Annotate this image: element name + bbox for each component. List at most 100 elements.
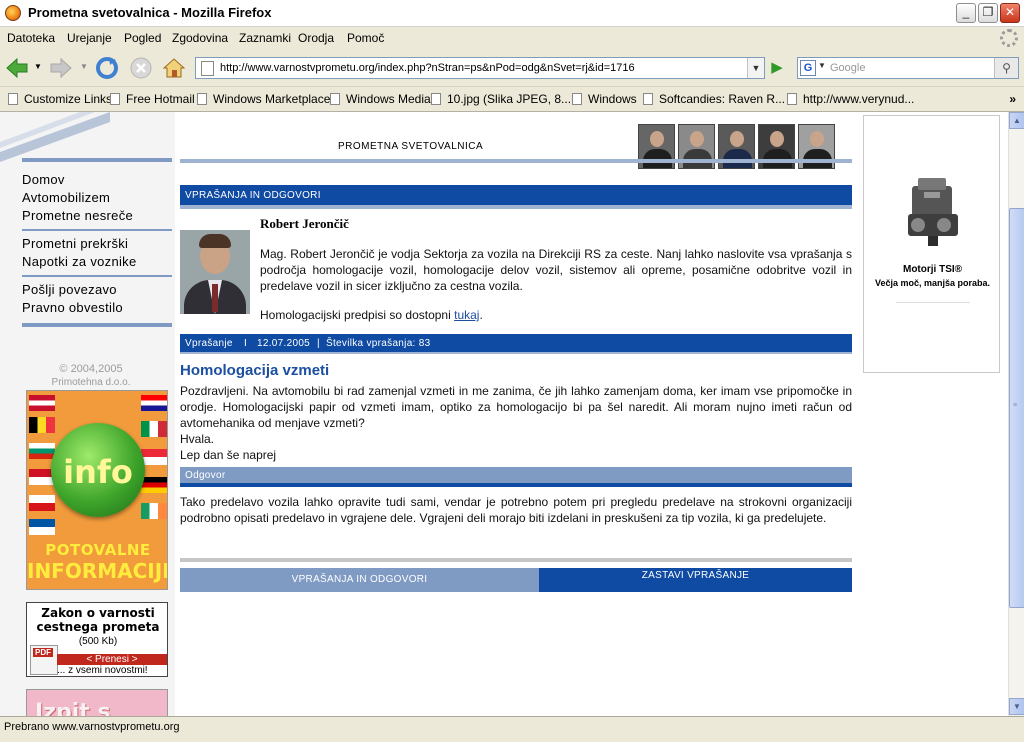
sidebar-item-poslji-povezavo[interactable]: Pošlji povezavo bbox=[22, 282, 117, 297]
question-body: Pozdravljeni. Na avtomobilu bi rad zamen… bbox=[180, 384, 852, 462]
question-date: 12.07.2005 bbox=[257, 338, 311, 349]
question-meta-bar: Vprašanje I 12.07.2005 | Številka vpraša… bbox=[180, 334, 852, 352]
close-button[interactable]: ✕ bbox=[1000, 3, 1020, 23]
left-sidebar: Domov Avtomobilizem Prometne nesreče Pro… bbox=[0, 112, 175, 716]
stop-icon[interactable] bbox=[128, 55, 154, 81]
main-column: PROMETNA SVETOVALNICA VPRAŠANJA IN ODGOV… bbox=[180, 112, 852, 716]
bookmark-page-icon bbox=[787, 93, 797, 105]
regulations-link[interactable]: tukaj bbox=[454, 308, 479, 322]
sidebar-item-napotki-za-voznike[interactable]: Napotki za voznike bbox=[22, 254, 137, 269]
pdf-icon: PDF bbox=[30, 645, 58, 675]
bookmark-item[interactable]: Softcandies: Raven R... bbox=[643, 92, 785, 106]
copyright-company: Primotehna d.o.o. bbox=[51, 377, 131, 388]
flag-icon bbox=[141, 421, 167, 437]
sidebar-item-prometne-nesrece[interactable]: Prometne nesreče bbox=[22, 208, 133, 223]
travel-info-banner[interactable]: info POTOVALNE INFORMACIJE bbox=[26, 390, 168, 590]
menu-history[interactable]: Zgodovina bbox=[172, 31, 228, 45]
page-title: PROMETNA SVETOVALNICA bbox=[338, 141, 484, 152]
answer-divider bbox=[180, 483, 852, 487]
status-text: Prebrano www.varnostvprometu.org bbox=[4, 721, 180, 733]
search-input[interactable]: Google bbox=[830, 62, 865, 74]
sidebar-divider bbox=[22, 158, 172, 162]
menu-file[interactable]: Datoteka bbox=[7, 31, 55, 45]
bookmark-item[interactable]: Windows Marketplace bbox=[197, 92, 330, 106]
back-icon[interactable] bbox=[4, 55, 30, 81]
url-dropdown-icon[interactable]: ▼ bbox=[747, 58, 764, 78]
download-link[interactable]: < Prenesi > bbox=[57, 654, 167, 665]
navigation-toolbar: ▼ ▼ http://www.varnostvprometu.org/index… bbox=[0, 49, 1024, 87]
bookmark-item[interactable]: 10.jpg (Slika JPEG, 8... bbox=[431, 92, 571, 106]
sidebar-divider bbox=[22, 229, 172, 231]
question-number: Številka vprašanja: 83 bbox=[326, 338, 431, 349]
url-bar[interactable]: http://www.varnostvprometu.org/index.php… bbox=[195, 57, 765, 79]
meta-separator: | bbox=[317, 338, 320, 349]
regulations-line: Homologacijski predpisi so dostopni tuka… bbox=[260, 308, 483, 322]
search-bar[interactable]: G ▼ Google ⚲ bbox=[797, 57, 1019, 79]
window-title: Prometna svetovalnica - Mozilla Firefox bbox=[28, 5, 272, 20]
bookmark-item[interactable]: Customize Links bbox=[8, 92, 112, 106]
search-icon[interactable]: ⚲ bbox=[994, 58, 1018, 78]
google-engine-icon[interactable]: G bbox=[800, 60, 816, 76]
back-dropdown-icon[interactable]: ▼ bbox=[34, 62, 42, 71]
road-stripe-decoration bbox=[0, 112, 110, 162]
home-icon[interactable] bbox=[161, 55, 187, 81]
exam-banner[interactable]: Izpit s bbox=[26, 689, 168, 716]
page-content: Domov Avtomobilizem Prometne nesreče Pro… bbox=[0, 112, 1008, 716]
sidebar-item-pravno-obvestilo[interactable]: Pravno obvestilo bbox=[22, 300, 123, 315]
go-icon[interactable]: ▶ bbox=[767, 58, 787, 78]
ad-brand: Motorji TSI® bbox=[902, 264, 963, 275]
page-icon bbox=[201, 61, 214, 76]
throbber-icon bbox=[1000, 29, 1018, 47]
question-label: Vprašanje bbox=[185, 338, 233, 349]
title-bar: Prometna svetovalnica - Mozilla Firefox … bbox=[0, 0, 1024, 27]
url-text[interactable]: http://www.varnostvprometu.org/index.php… bbox=[220, 62, 635, 74]
sidebar-item-prometni-prekrski[interactable]: Prometni prekrški bbox=[22, 236, 128, 251]
bookmark-page-icon bbox=[431, 93, 441, 105]
sidebar-item-domov[interactable]: Domov bbox=[22, 172, 65, 187]
exam-banner-text: Izpit s bbox=[35, 700, 111, 716]
ask-question-button[interactable]: ZASTAVI VPRAŠANJE bbox=[539, 568, 852, 592]
menu-view[interactable]: Pogled bbox=[124, 31, 161, 45]
minimize-button[interactable]: _ bbox=[956, 3, 976, 23]
bookmarks-overflow-icon[interactable]: » bbox=[1009, 92, 1016, 106]
restore-button[interactable]: ❐ bbox=[978, 3, 998, 23]
flag-icon bbox=[29, 395, 55, 411]
menu-help[interactable]: Pomoč bbox=[347, 31, 384, 45]
info-banner-line2: INFORMACIJE bbox=[27, 559, 168, 583]
bookmark-page-icon bbox=[643, 93, 653, 105]
menu-edit[interactable]: Urejanje bbox=[67, 31, 112, 45]
status-bar: Prebrano www.varnostvprometu.org bbox=[0, 716, 1024, 742]
engine-dropdown-icon[interactable]: ▼ bbox=[818, 61, 826, 70]
bookmark-page-icon bbox=[572, 93, 582, 105]
tab-questions-answers[interactable]: VPRAŠANJA IN ODGOVORI bbox=[180, 568, 539, 592]
section-title: VPRAŠANJA IN ODGOVORI bbox=[185, 190, 321, 201]
flag-icon bbox=[141, 503, 167, 519]
person-description: Mag. Robert Jerončič je vodja Sektorja z… bbox=[260, 247, 852, 293]
law-title-line2: cestnega prometa bbox=[36, 620, 160, 634]
flag-icon bbox=[29, 519, 55, 535]
menu-bookmarks[interactable]: Zaznamki bbox=[239, 31, 291, 45]
engine-advertisement[interactable]: Motorji TSI® Večja moč, manjša poraba. bbox=[863, 115, 1000, 373]
ad-slogan: Večja moč, manjša poraba. bbox=[874, 278, 991, 288]
flag-icon bbox=[141, 395, 167, 411]
bookmark-item[interactable]: Free Hotmail bbox=[110, 92, 195, 106]
answer-label: Odgovor bbox=[185, 470, 226, 481]
info-banner-line1: POTOVALNE bbox=[45, 541, 151, 559]
menu-bar: Datoteka Urejanje Pogled Zgodovina Zazna… bbox=[0, 27, 1024, 49]
bookmark-page-icon bbox=[197, 93, 207, 105]
vertical-scrollbar[interactable]: ▲ ≡ ▼ bbox=[1008, 112, 1024, 716]
reload-icon[interactable] bbox=[94, 55, 120, 81]
bookmark-item[interactable]: Windows bbox=[572, 92, 637, 106]
bookmark-page-icon bbox=[330, 93, 340, 105]
menu-tools[interactable]: Orodja bbox=[298, 31, 334, 45]
forward-dropdown-icon[interactable]: ▼ bbox=[80, 62, 88, 71]
law-news-note: ... z vsemi novostmi! bbox=[57, 665, 148, 676]
scroll-down-icon[interactable]: ▼ bbox=[1009, 698, 1024, 715]
bookmark-item[interactable]: Windows Media bbox=[330, 92, 431, 106]
law-download-box[interactable]: Zakon o varnosti cestnega prometa (500 K… bbox=[26, 602, 168, 677]
sidebar-item-avtomobilizem[interactable]: Avtomobilizem bbox=[22, 190, 110, 205]
forward-icon[interactable] bbox=[48, 55, 74, 81]
bookmark-item[interactable]: http://www.verynud... bbox=[787, 92, 914, 106]
sidebar-divider bbox=[22, 275, 172, 277]
scroll-up-icon[interactable]: ▲ bbox=[1009, 112, 1024, 129]
